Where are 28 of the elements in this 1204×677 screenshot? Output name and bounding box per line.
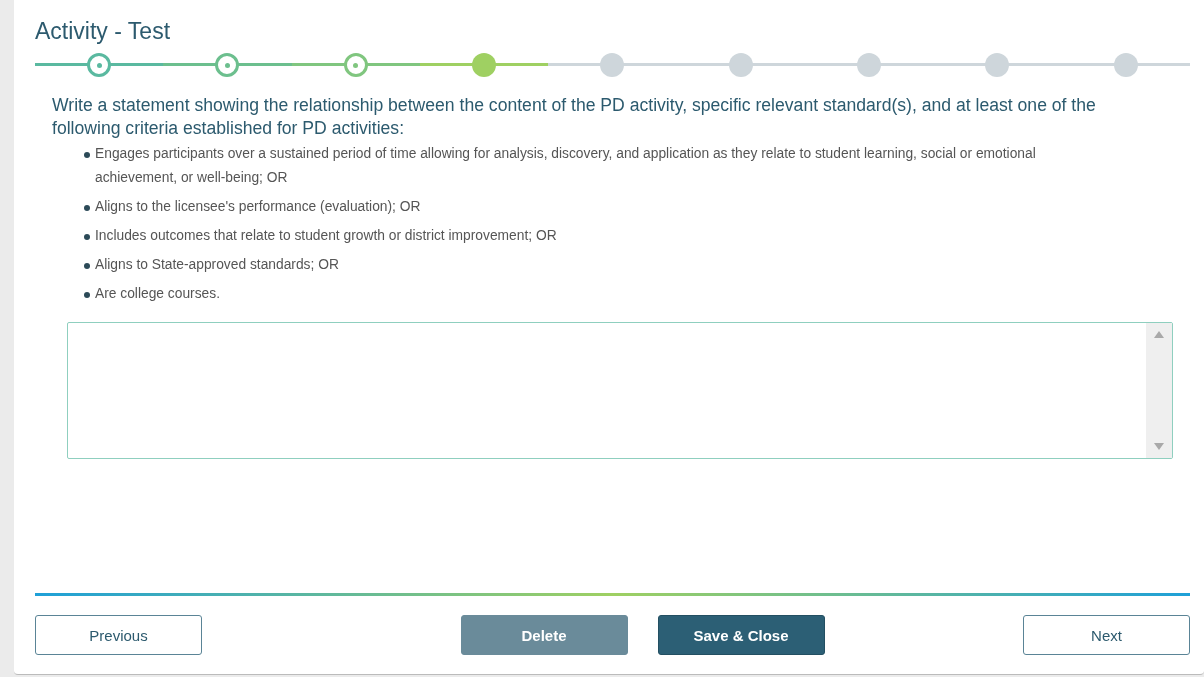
bullet-icon: [84, 234, 90, 240]
step-marker[interactable]: [215, 53, 240, 77]
step-marker[interactable]: [857, 53, 882, 77]
step-marker[interactable]: [600, 53, 625, 77]
criteria-item: Are college courses.: [95, 285, 220, 303]
criteria-item: Aligns to the licensee's performance (evaluation); OR: [95, 198, 421, 216]
scroll-down-icon[interactable]: [1154, 443, 1164, 450]
step-marker[interactable]: [985, 53, 1010, 77]
step-marker[interactable]: [1113, 53, 1138, 77]
bullet-icon: [84, 152, 90, 158]
step-marker[interactable]: [343, 53, 368, 77]
step-marker[interactable]: [87, 53, 112, 77]
bullet-icon: [84, 292, 90, 298]
step-marker[interactable]: [728, 53, 753, 77]
instruction-text: Write a statement showing the relationship between the content of the PD activity, specific relevant standard(s), and at least one of the following criteria established for PD activities:: [52, 94, 1097, 140]
action-button[interactable]: Save & Close: [657, 615, 825, 655]
bullet-icon: [84, 205, 90, 211]
criteria-item: Engages participants over a sustained period of time allowing for analysis, discovery, and application as they relate to student learning, social or emotional achievement, or well-being; OR: [95, 145, 1037, 187]
step-marker[interactable]: [472, 53, 497, 77]
page-title: Activity - Test: [35, 17, 172, 46]
outline-button[interactable]: Previous: [35, 615, 202, 655]
criteria-item: Aligns to State-approved standards; OR: [95, 256, 339, 274]
scrollbar[interactable]: [1146, 323, 1172, 458]
statement-field[interactable]: [67, 322, 1173, 459]
scroll-up-icon[interactable]: [1154, 331, 1164, 338]
bullet-icon: [84, 263, 90, 269]
outline-button[interactable]: Next: [1023, 615, 1190, 655]
criteria-item: Includes outcomes that relate to student growth or district improvement; OR: [95, 227, 557, 245]
